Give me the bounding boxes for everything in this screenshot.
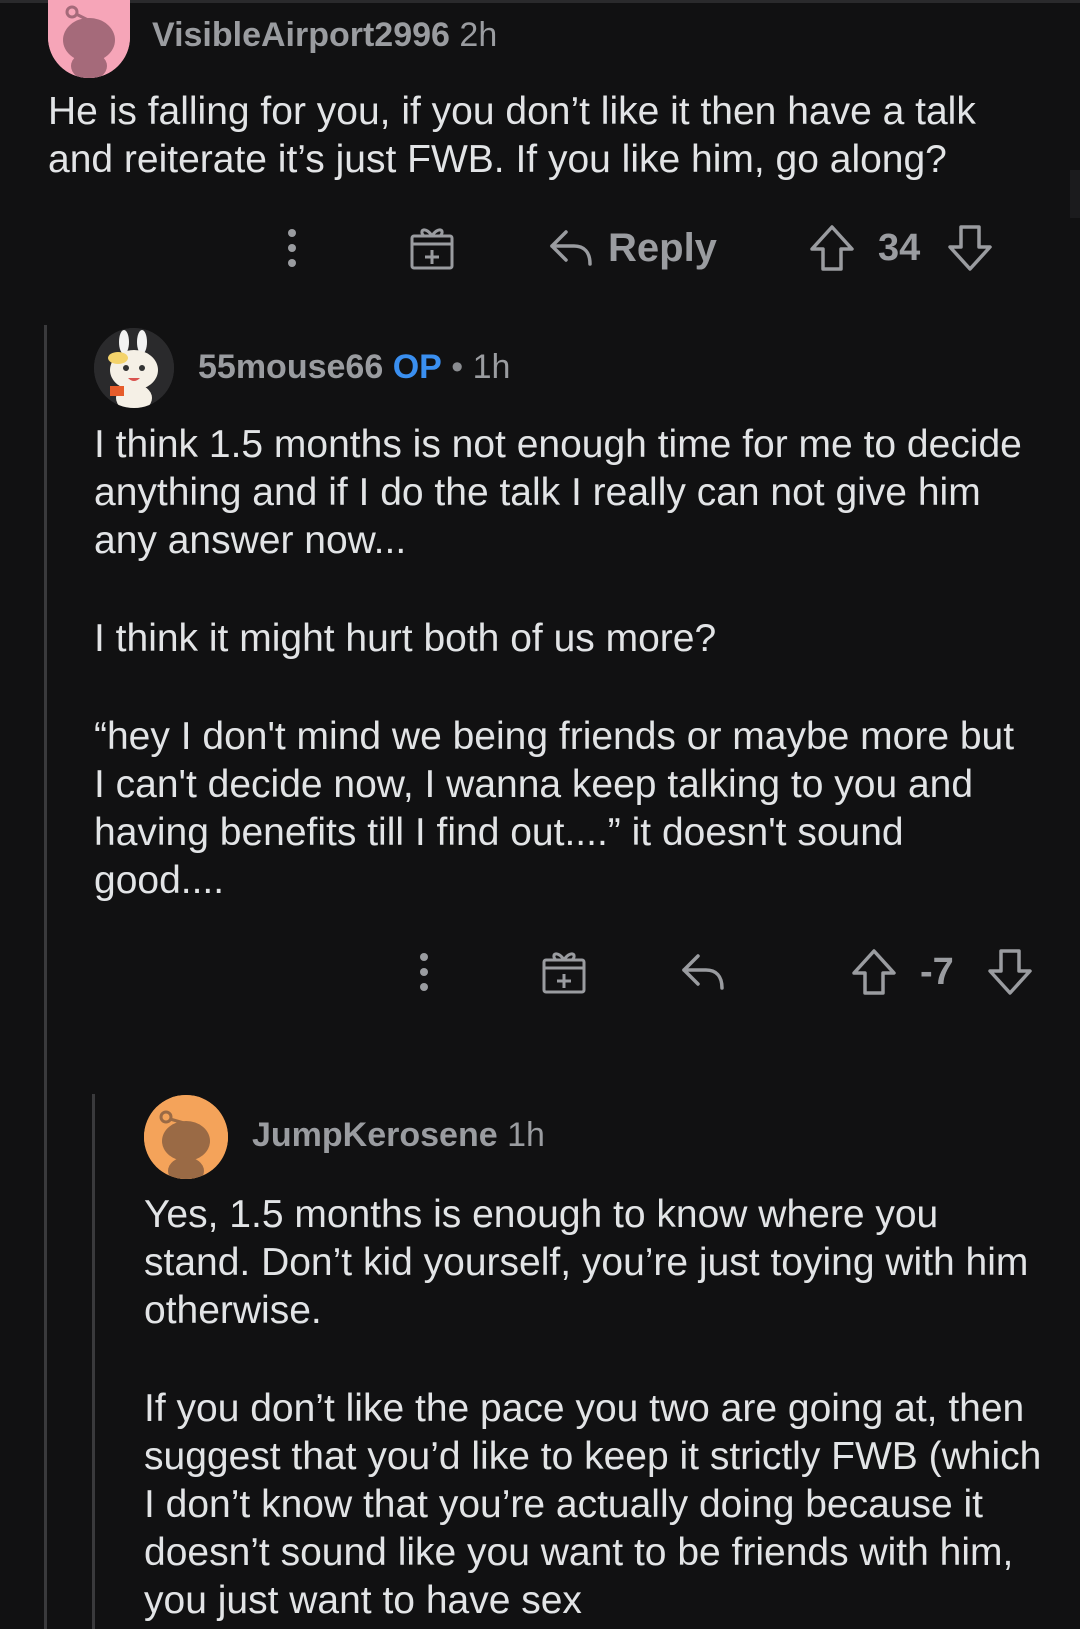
snoo-avatar-icon	[144, 1095, 228, 1179]
username[interactable]: VisibleAirport2996	[152, 16, 450, 54]
comment-paragraph: I think 1.5 months is not enough time fo…	[94, 423, 1022, 562]
username[interactable]: 55mouse66	[198, 348, 383, 386]
upvote-button[interactable]	[808, 218, 856, 278]
award-button[interactable]	[540, 942, 588, 1002]
vote-score: -7	[920, 950, 954, 993]
downvote-icon	[948, 225, 992, 271]
comment-paragraph: He is falling for you, if you don’t like…	[48, 90, 976, 181]
more-options-icon	[288, 229, 296, 267]
downvote-button[interactable]	[986, 942, 1034, 1002]
scroll-indicator	[1070, 170, 1080, 218]
more-options-button[interactable]	[408, 942, 440, 1002]
comment-body: Yes, 1.5 months is enough to know where …	[144, 1191, 1044, 1625]
comment-body: I think 1.5 months is not enough time fo…	[94, 421, 1034, 905]
reply-arrow-icon	[550, 230, 592, 266]
reply-button[interactable]: Reply	[548, 218, 717, 278]
upvote-icon	[810, 225, 854, 271]
top-divider	[0, 0, 1080, 3]
comment-age: 2h	[459, 16, 498, 54]
award-icon	[542, 952, 586, 994]
comment-age: 1h	[507, 1116, 545, 1154]
downvote-button[interactable]	[946, 218, 994, 278]
downvote-icon	[988, 949, 1032, 995]
more-options-button[interactable]	[276, 218, 308, 278]
thread-line[interactable]	[92, 1094, 95, 1629]
vote-score: 34	[878, 226, 921, 269]
comment-paragraph: If you don’t like the pace you two are g…	[144, 1387, 1042, 1622]
comment-paragraph: Yes, 1.5 months is enough to know where …	[144, 1193, 1029, 1332]
comment-meta: JumpKerosene 1h	[252, 1116, 545, 1155]
comment-body: He is falling for you, if you don’t like…	[48, 88, 1038, 184]
reply-arrow-icon	[682, 954, 724, 990]
comment-meta: 55mouse66 OP • 1h	[198, 348, 510, 387]
comment-paragraph: I think it might hurt both of us more?	[94, 617, 717, 660]
upvote-button[interactable]	[850, 942, 898, 1002]
reply-button[interactable]	[680, 942, 726, 1002]
comment-paragraph: “hey I don't mind we being friends or ma…	[94, 715, 1015, 902]
username[interactable]: JumpKerosene	[252, 1116, 498, 1154]
upvote-icon	[852, 949, 896, 995]
more-options-icon	[420, 953, 428, 991]
comment-meta: VisibleAirport2996 2h	[152, 16, 497, 55]
op-badge: OP	[392, 348, 442, 386]
award-button[interactable]	[408, 218, 456, 278]
comment-age: 1h	[472, 348, 511, 386]
comment-actions: Reply 34	[0, 218, 1080, 278]
snoo-avatar-icon	[48, 0, 130, 78]
comment-actions: -7	[0, 942, 1080, 1002]
avatar[interactable]	[144, 1095, 228, 1179]
award-icon	[410, 228, 454, 270]
meta-separator: •	[451, 348, 464, 386]
reply-label: Reply	[608, 225, 717, 270]
snoo-avatar-icon	[94, 328, 174, 408]
avatar[interactable]	[94, 328, 174, 408]
avatar[interactable]	[48, 0, 130, 78]
